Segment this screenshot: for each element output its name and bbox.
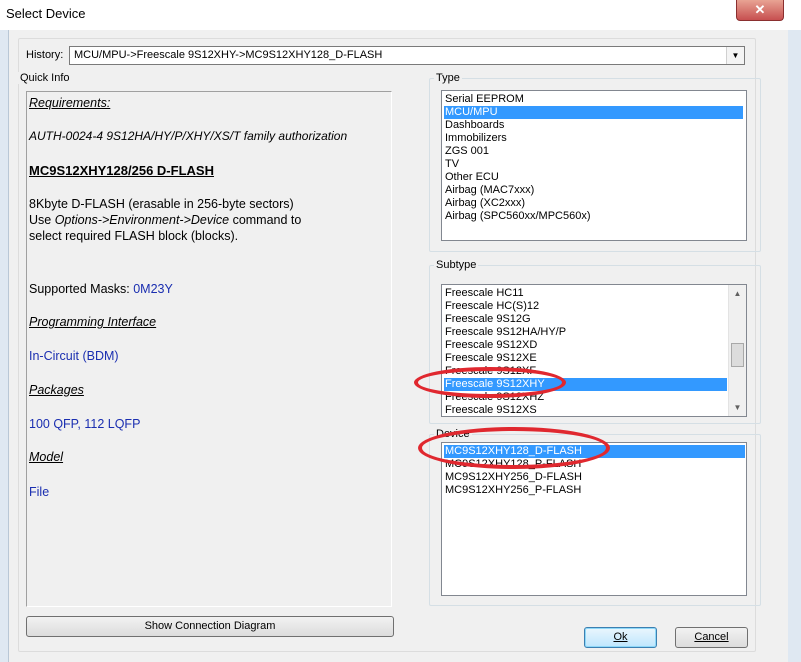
scroll-down-icon[interactable]: ▼	[729, 399, 746, 416]
requirements-heading: Requirements:	[29, 96, 111, 110]
description-line-1: 8Kbyte D-FLASH (erasable in 256-byte sec…	[29, 197, 294, 211]
ok-button[interactable]: Ok	[584, 627, 657, 648]
list-item[interactable]: Serial EEPROM	[444, 93, 743, 106]
list-item[interactable]: Freescale 9S12HA/HY/P	[444, 326, 727, 339]
requirement-text: AUTH-0024-4 9S12HA/HY/P/XHY/XS/T family …	[29, 129, 348, 143]
annotation-oval-device	[418, 427, 610, 469]
list-item[interactable]: Other ECU	[444, 171, 743, 184]
show-connection-diagram-button[interactable]: Show Connection Diagram	[26, 616, 394, 637]
window-border-left	[0, 30, 8, 662]
window-title: Select Device	[6, 6, 86, 21]
close-icon: ✕	[754, 2, 766, 17]
list-item[interactable]: Airbag (XC2xxx)	[444, 197, 743, 210]
subtype-label: Subtype	[434, 259, 479, 271]
window-border-right	[787, 30, 801, 662]
subtype-scrollbar[interactable]: ▲ ▼	[728, 285, 746, 416]
description-pre: Use	[29, 213, 55, 227]
description-line-2: Use Options->Environment->Device command…	[29, 212, 301, 228]
description-menu-path: Options->Environment->Device	[54, 213, 230, 227]
model-value: File	[29, 485, 50, 499]
device-title: MC9S12XHY128/256 D-FLASH	[29, 163, 214, 178]
close-button[interactable]: ✕	[736, 0, 784, 21]
masks-label: Supported Masks:	[29, 282, 134, 296]
type-label: Type	[434, 72, 462, 84]
title-bar[interactable]: Select Device ✕	[0, 0, 801, 30]
packages-value: 100 QFP, 112 LQFP	[29, 417, 141, 431]
programming-interface-heading: Programming Interface	[29, 315, 157, 329]
list-item[interactable]: Freescale 9S12XS	[444, 404, 727, 416]
cancel-button[interactable]: Cancel	[675, 627, 748, 648]
history-value: MCU/MPU->Freescale 9S12XHY->MC9S12XHY128…	[74, 49, 383, 61]
description-line-3: select required FLASH block (blocks).	[29, 229, 239, 243]
list-item[interactable]: Freescale 9S12XD	[444, 339, 727, 352]
list-item[interactable]: Immobilizers	[444, 132, 743, 145]
list-item[interactable]: MC9S12XHY256_P-FLASH	[444, 484, 745, 497]
ok-label: Ok	[613, 631, 628, 643]
history-label: History:	[26, 49, 64, 61]
list-item[interactable]: ZGS 001	[444, 145, 743, 158]
list-item[interactable]: MCU/MPU	[444, 106, 743, 119]
annotation-oval-subtype	[414, 367, 566, 398]
scroll-thumb[interactable]	[731, 343, 744, 367]
list-item[interactable]: Dashboards	[444, 119, 743, 132]
type-listbox[interactable]: Serial EEPROM MCU/MPU Dashboards Immobilize…	[441, 90, 747, 241]
chevron-down-icon: ▼	[731, 51, 740, 60]
scroll-up-icon[interactable]: ▲	[729, 285, 746, 302]
list-item[interactable]: MC9S12XHY256_D-FLASH	[444, 471, 745, 484]
select-device-window: Select Device ✕ History: MCU/MPU->Freesc…	[0, 0, 801, 662]
history-combo[interactable]: MCU/MPU->Freescale 9S12XHY->MC9S12XHY128…	[69, 46, 745, 65]
quick-info-label: Quick Info	[18, 72, 72, 84]
list-item[interactable]: Airbag (MAC7xxx)	[444, 184, 743, 197]
list-item[interactable]: Airbag (SPC560xx/MPC560x)	[444, 210, 743, 223]
list-item[interactable]: Freescale HC11	[444, 287, 727, 300]
description-post: command to	[229, 213, 302, 227]
list-item[interactable]: Freescale 9S12G	[444, 313, 727, 326]
list-item[interactable]: Freescale 9S12XE	[444, 352, 727, 365]
list-item[interactable]: TV	[444, 158, 743, 171]
programming-interface-value: In-Circuit (BDM)	[29, 349, 119, 363]
list-item[interactable]: Freescale HC(S)12	[444, 300, 727, 313]
cancel-label: Cancel	[694, 631, 729, 643]
model-heading: Model	[29, 450, 64, 464]
supported-masks: Supported Masks: 0M23Y	[29, 281, 173, 297]
packages-heading: Packages	[29, 383, 84, 397]
history-dropdown-button[interactable]: ▼	[726, 47, 744, 64]
masks-value: 0M23Y	[133, 282, 173, 296]
